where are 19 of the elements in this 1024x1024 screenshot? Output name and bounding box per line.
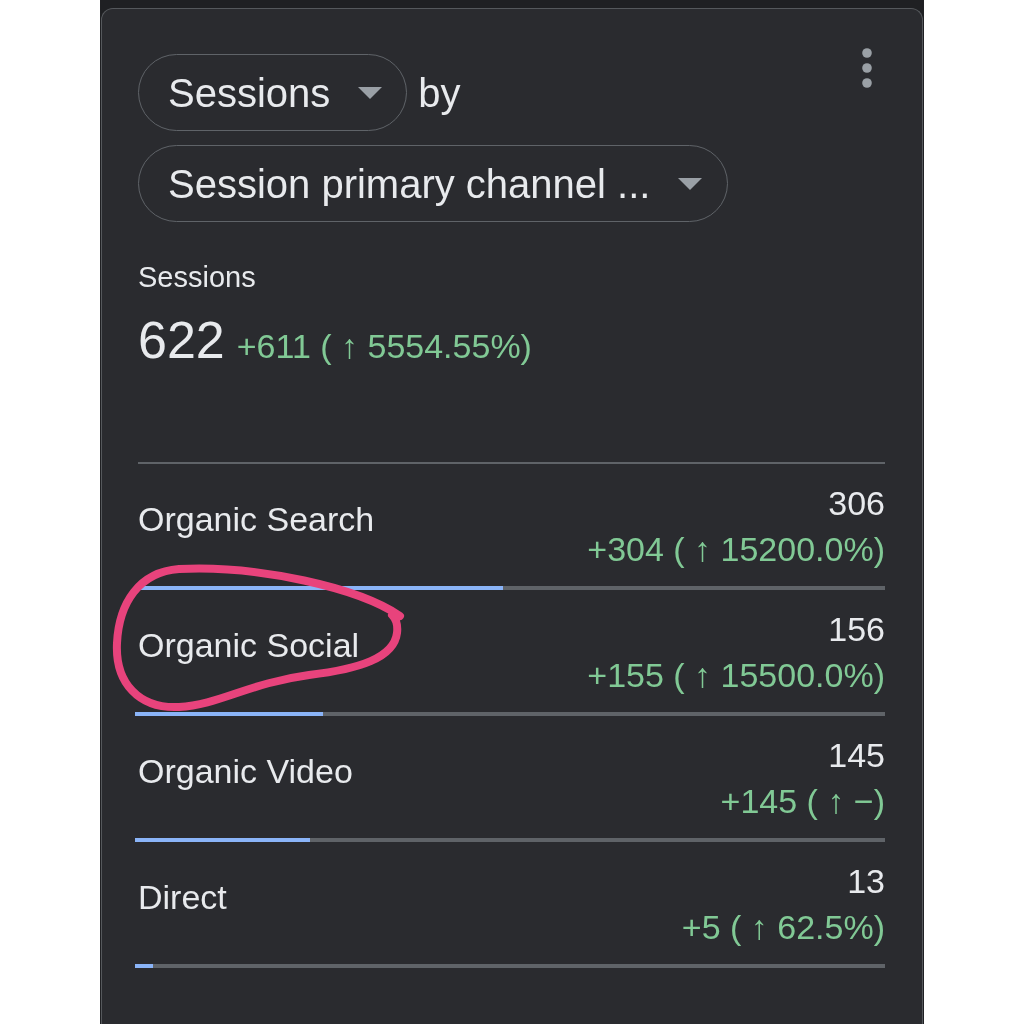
session-count: 13	[847, 861, 885, 902]
change-text: +304 ( ↑ 15200.0%)	[587, 529, 885, 570]
total-change: +611 ( ↑ 5554.55%)	[236, 326, 532, 367]
channel-label: Organic Social	[138, 625, 360, 666]
session-count: 156	[828, 609, 885, 650]
channel-label: Organic Video	[138, 751, 353, 792]
session-count: 145	[828, 735, 885, 776]
caret-icon	[678, 177, 703, 190]
change-text: +155 ( ↑ 15500.0%)	[587, 655, 885, 696]
session-count: 306	[828, 483, 885, 524]
change-text: +5 ( ↑ 62.5%)	[681, 907, 885, 948]
connector-text: by	[418, 72, 461, 113]
more-options-icon[interactable]	[862, 48, 872, 88]
change-text: +145 ( ↑ −)	[720, 781, 885, 822]
channel-label: Organic Search	[138, 499, 375, 540]
channel-label: Direct	[138, 877, 227, 918]
caret-icon	[358, 86, 383, 99]
summary-label: Sessions	[138, 260, 256, 295]
total-value: 622	[138, 310, 225, 370]
